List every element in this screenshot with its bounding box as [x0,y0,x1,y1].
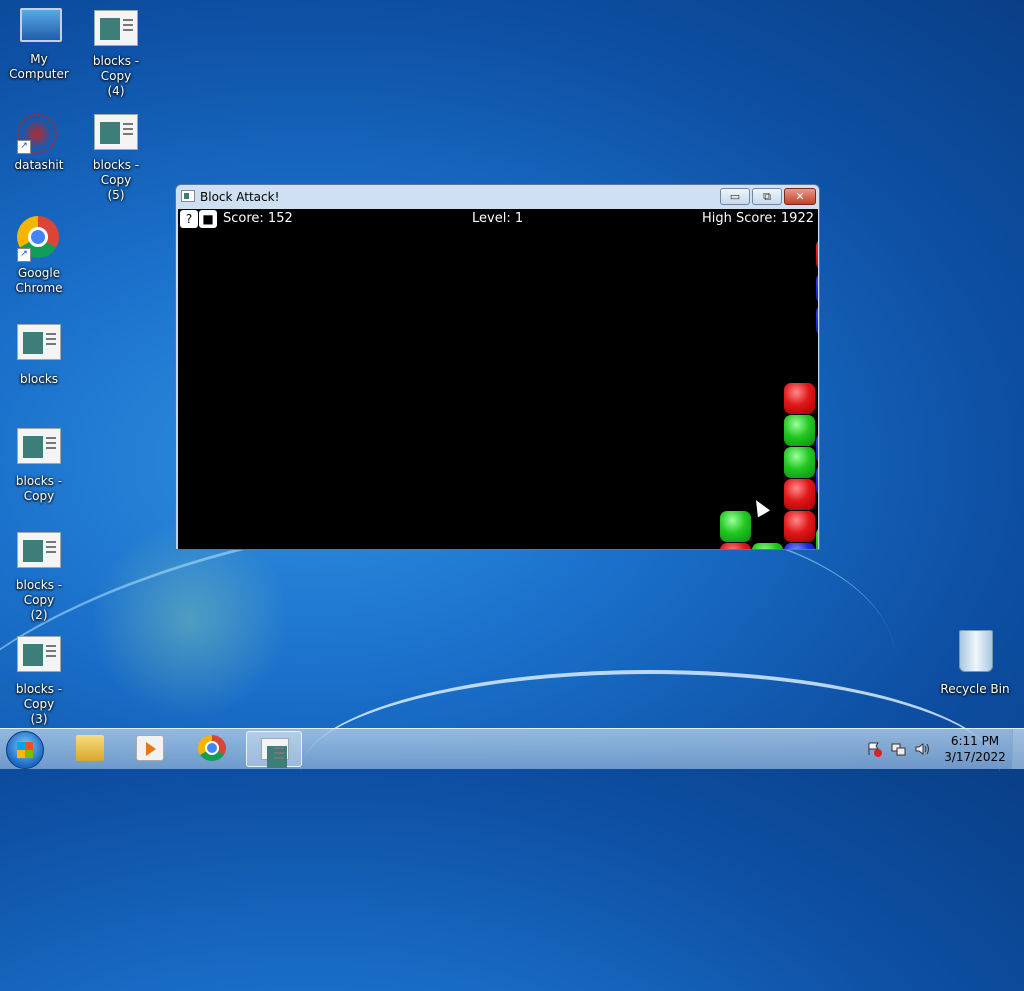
desktop-icon-label: blocks - Copy (5) [92,158,140,202]
system-clock[interactable]: 6:11 PM 3/17/2022 [940,733,1010,765]
desktop-icon-label: blocks [19,372,59,386]
green-block[interactable] [784,447,815,478]
clock-date: 3/17/2022 [944,750,1006,764]
shortcut-icon: ↗ [17,114,61,154]
desktop-icon-my-computer[interactable]: My Computer [0,8,78,82]
help-button[interactable]: ? [180,210,198,228]
desktop-icon-blocks-copy[interactable]: blocks - Copy [0,428,78,504]
action-center-icon[interactable] [866,741,882,757]
app-window-icon [261,736,289,768]
desktop-icon-label: blocks - Copy (4) [92,54,140,98]
green-block[interactable] [784,415,815,446]
desktop-icon-blocks-copy-5[interactable]: blocks - Copy (5) [77,114,155,203]
app-window-icon [181,190,195,202]
taskbar-explorer[interactable] [62,731,118,767]
app-window-icon [17,324,61,364]
desktop-icon-label: blocks - Copy (3) [15,682,63,726]
start-button[interactable] [6,731,44,769]
app-window-icon [17,636,61,676]
desktop-icon-label: Google Chrome [15,266,63,295]
desktop-icon-datashit[interactable]: ↗ datashit [0,114,78,173]
taskbar-media-player[interactable] [122,731,178,767]
red-block[interactable] [784,383,815,414]
red-block-edge [816,239,818,270]
app-window-icon [94,10,138,50]
network-icon[interactable] [890,741,906,757]
close-button[interactable]: ✕ [784,188,816,205]
blue-block-edge [816,273,818,304]
desktop-icon-blocks[interactable]: blocks [0,324,78,387]
desktop-icon-label: My Computer [9,52,69,81]
window-titlebar[interactable]: Block Attack! ▭ ⧉ ✕ [176,185,819,209]
desktop-icon-google-chrome[interactable]: ↗ Google Chrome [0,216,78,296]
recycle-bin-icon [953,630,997,678]
desktop-icon-blocks-copy-4[interactable]: blocks - Copy (4) [77,10,155,99]
red-block[interactable] [784,511,815,542]
desktop-icon-label: blocks - Copy (2) [15,578,63,622]
high-score-display: High Score: 1922 [701,211,814,226]
desktop-icon-blocks-copy-3[interactable]: blocks - Copy (3) [0,636,78,727]
stop-button[interactable]: ■ [199,210,217,228]
window-title: Block Attack! [200,190,280,204]
desktop-icon-label: datashit [14,158,64,172]
block-attack-window[interactable]: Block Attack! ▭ ⧉ ✕ ? ■ Score: 152 Level… [175,184,820,550]
taskbar-chrome[interactable] [184,731,240,767]
clock-time: 6:11 PM [950,734,1000,748]
taskbar: 6:11 PM 3/17/2022 [0,728,1024,769]
app-window-icon [17,428,61,468]
computer-icon [17,8,62,48]
mouse-cursor [749,496,771,518]
game-board[interactable]: ? ■ Score: 152 Level: 1 High Score: 1922 [178,209,818,549]
maximize-button[interactable]: ⧉ [752,188,782,205]
media-player-icon [136,735,164,761]
volume-icon[interactable] [914,741,930,757]
desktop-icon-label: Recycle Bin [940,682,1010,696]
desktop-icon-label: blocks - Copy [15,474,63,503]
green-block-edge [816,527,818,549]
blue-block-edge [816,465,818,496]
chrome-icon [198,735,226,761]
desktop-icon-recycle-bin[interactable]: Recycle Bin [936,630,1014,697]
show-desktop-button[interactable] [1012,729,1024,769]
blue-block[interactable] [784,543,815,549]
chrome-icon: ↗ [17,216,61,262]
level-display: Level: 1 [472,211,524,226]
blue-block-edge [816,305,818,336]
red-block[interactable] [720,543,751,549]
minimize-button[interactable]: ▭ [720,188,750,205]
taskbar-block-attack[interactable] [246,731,302,768]
green-block[interactable] [720,511,751,542]
green-block[interactable] [752,543,783,549]
red-block[interactable] [784,479,815,510]
blue-block-edge [816,433,818,464]
wallpaper-swoosh [300,670,1000,874]
desktop-icon-blocks-copy-2[interactable]: blocks - Copy (2) [0,532,78,623]
folder-icon [76,735,104,761]
app-window-icon [94,114,138,154]
app-window-icon [17,532,61,572]
score-display: Score: 152 [223,211,293,226]
